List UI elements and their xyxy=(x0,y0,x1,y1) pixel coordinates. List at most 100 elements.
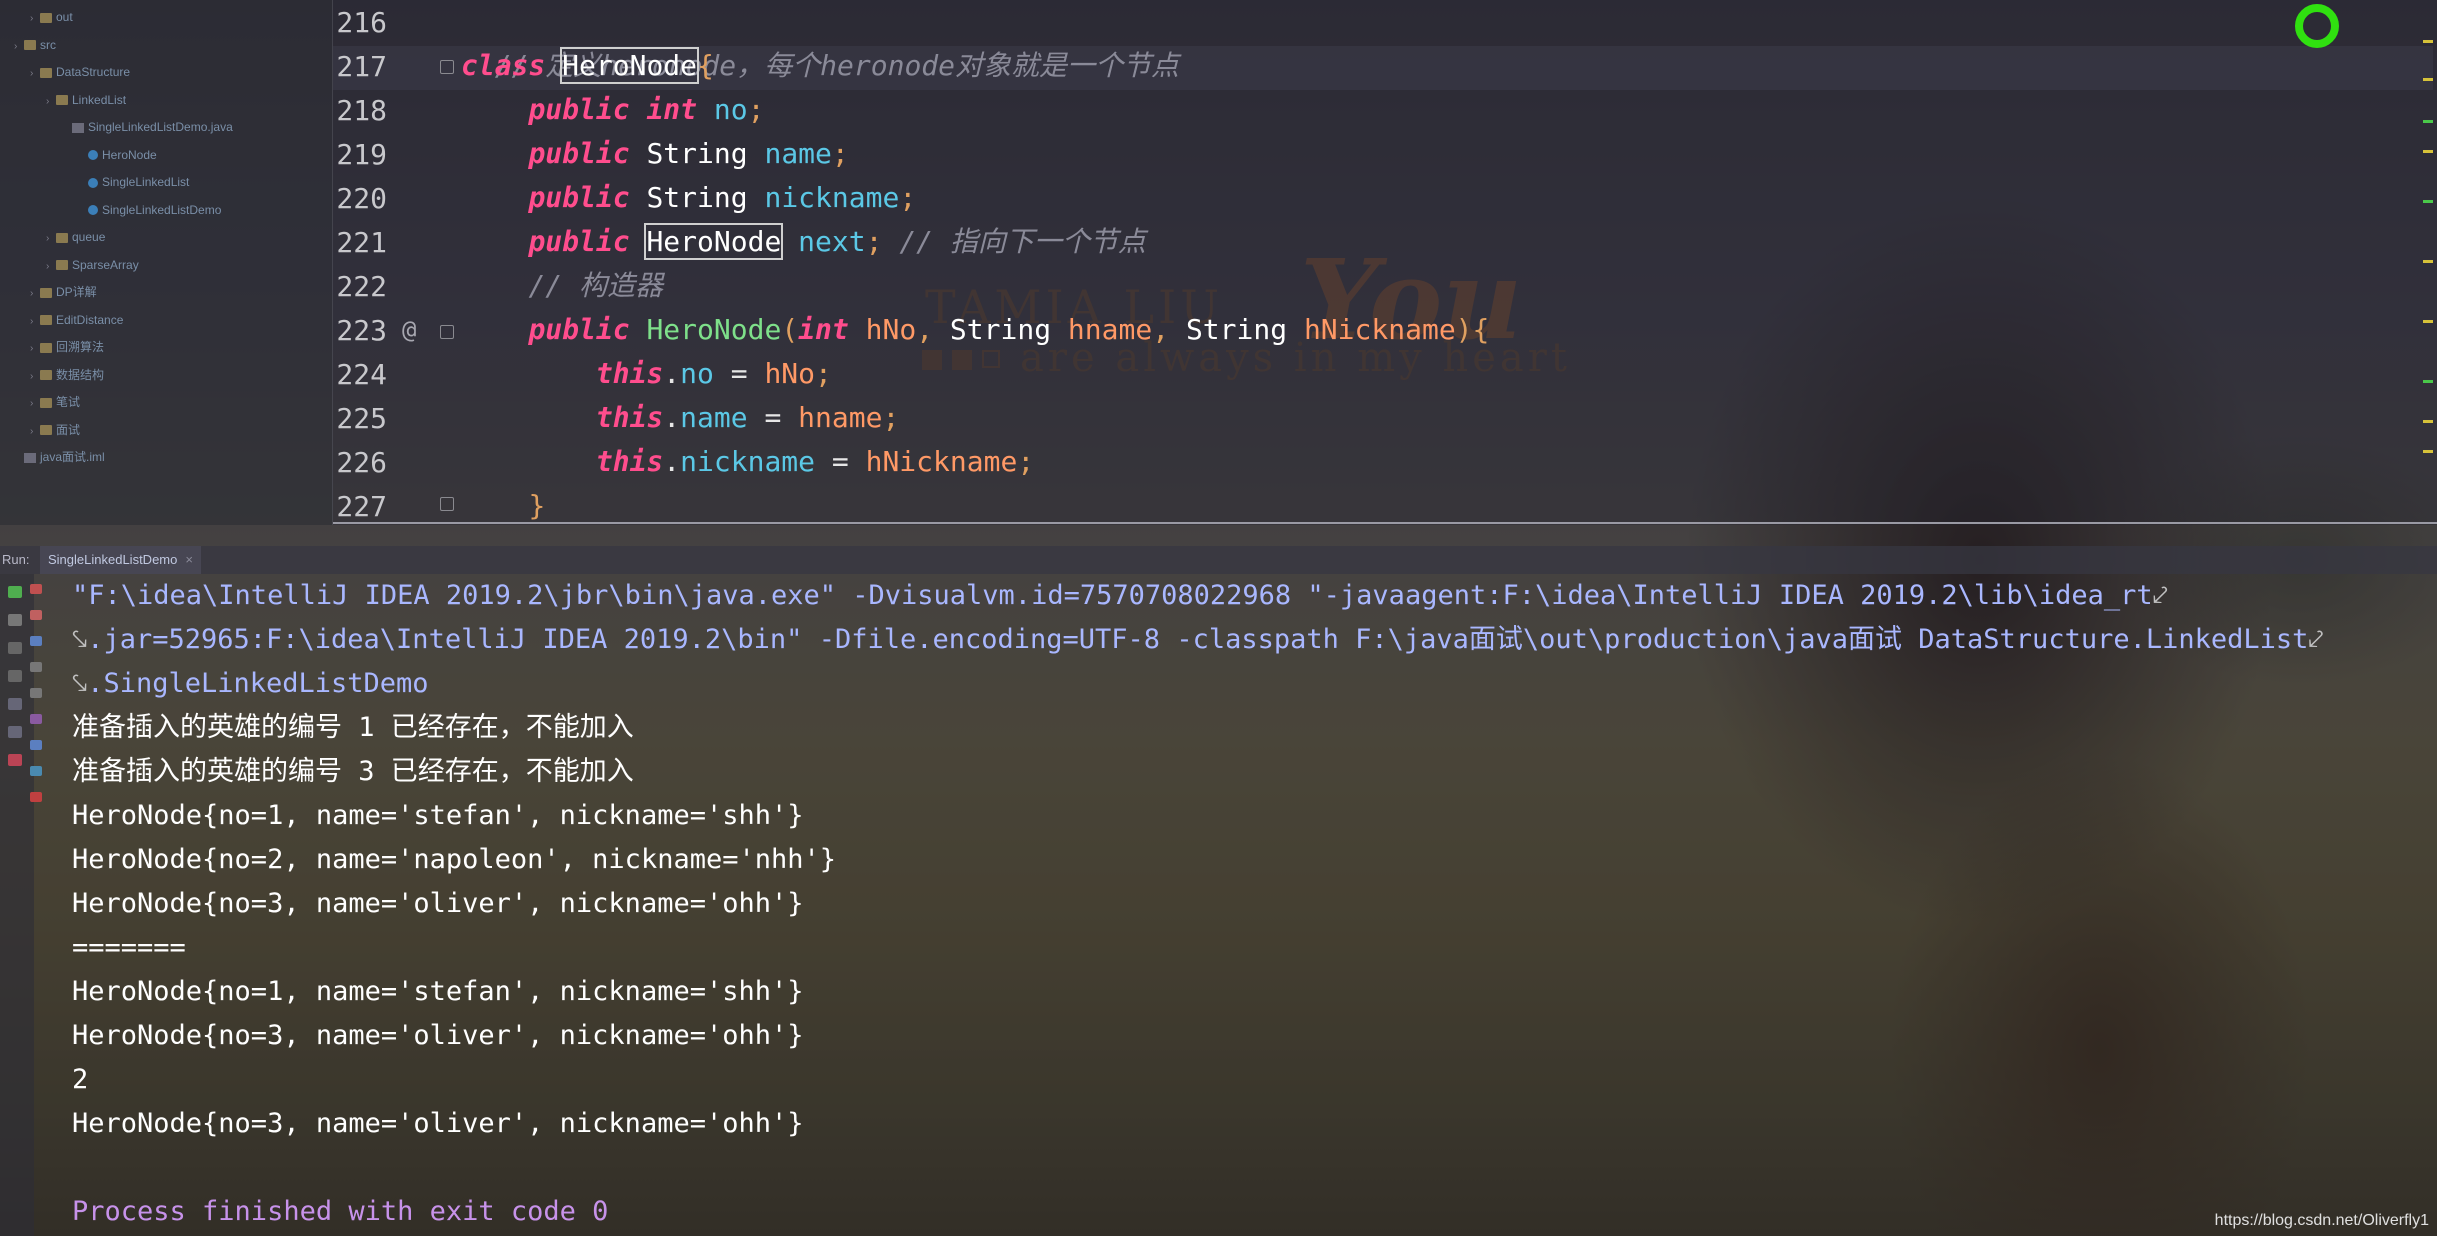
tree-item[interactable]: › 数据结构 xyxy=(30,366,104,384)
console-line-text: HeroNode{no=1, name='stefan', nickname='… xyxy=(72,800,804,831)
chevron-icon[interactable]: › xyxy=(30,285,40,303)
console-line-text: .jar=52965:F:\idea\IntelliJ IDEA 2019.2\… xyxy=(87,624,2309,655)
class-icon xyxy=(88,205,98,216)
sort-icon[interactable] xyxy=(30,636,42,646)
code-line-225[interactable]: this.name = hname; xyxy=(461,396,899,440)
class-icon xyxy=(88,150,98,161)
scroll-end-icon[interactable] xyxy=(30,740,42,750)
close-tab-icon[interactable]: × xyxy=(185,552,193,567)
rerun-icon[interactable] xyxy=(8,586,22,598)
tree-item[interactable]: › 笔试 xyxy=(30,393,80,411)
folder-icon xyxy=(40,12,52,23)
code-line-226[interactable]: this.nickname = hNickname; xyxy=(461,440,1034,484)
source-credit: https://blog.csdn.net/Oliverfly1 xyxy=(2214,1212,2429,1229)
inspection-ok-icon[interactable] xyxy=(2295,4,2339,48)
console-line: 准备插入的英雄的编号 3 已经存在，不能加入 xyxy=(72,750,634,794)
stop-icon[interactable] xyxy=(8,614,22,626)
clear-icon[interactable] xyxy=(30,792,42,802)
watermark-square xyxy=(922,350,942,370)
chevron-icon[interactable]: › xyxy=(30,368,40,386)
tree-item[interactable]: java面试.iml xyxy=(14,448,105,466)
line-number: 223 xyxy=(336,314,387,347)
console-line-text: HeroNode{no=3, name='oliver', nickname='… xyxy=(72,1020,804,1051)
tree-item[interactable]: › 面试 xyxy=(30,421,80,439)
console-line-text: HeroNode{no=3, name='oliver', nickname='… xyxy=(72,1108,804,1139)
layout-icon[interactable] xyxy=(8,726,22,738)
tree-item[interactable]: HeroNode xyxy=(78,146,157,164)
settings-icon[interactable] xyxy=(8,698,22,710)
chevron-icon[interactable]: › xyxy=(30,313,40,331)
pin-icon[interactable] xyxy=(8,754,22,766)
tree-item-label: java面试.iml xyxy=(40,450,105,464)
java-file-icon xyxy=(72,122,84,133)
console-line-text: Process finished with exit code 0 xyxy=(72,1196,609,1227)
tree-item[interactable]: › queue xyxy=(46,228,105,246)
line-number: 216 xyxy=(336,6,387,39)
folder-icon xyxy=(40,397,52,408)
watermark-square xyxy=(952,350,972,370)
chevron-icon[interactable]: › xyxy=(14,38,24,56)
tree-item[interactable]: SingleLinkedList xyxy=(78,173,189,191)
code-line-220[interactable]: public String nickname; xyxy=(461,176,916,220)
code-line-218[interactable]: public int no; xyxy=(461,88,764,132)
edit-config-icon[interactable] xyxy=(30,610,42,620)
chevron-icon[interactable]: › xyxy=(30,65,40,83)
tree-item[interactable]: SingleLinkedListDemo.java xyxy=(62,118,233,136)
up-arrow-icon[interactable] xyxy=(30,662,42,672)
print-icon[interactable] xyxy=(30,766,42,776)
line-number: 221 xyxy=(336,226,387,259)
run-tab-singlelinkedlistdemo[interactable]: SingleLinkedListDemo × xyxy=(40,546,201,574)
debug-icon[interactable] xyxy=(30,584,42,594)
code-line-223[interactable]: public HeroNode(int hNo, String hname, S… xyxy=(461,308,1489,352)
folder-icon xyxy=(40,370,52,381)
tree-item-label: 回溯算法 xyxy=(56,340,105,354)
camera-icon[interactable] xyxy=(8,642,22,654)
down-arrow-icon[interactable] xyxy=(30,688,42,698)
folder-icon xyxy=(56,260,68,271)
tree-item[interactable]: › LinkedList xyxy=(46,91,126,109)
chevron-icon[interactable]: › xyxy=(46,230,56,248)
code-line-222[interactable]: // 构造器 xyxy=(461,264,663,308)
tree-item-label: EditDistance xyxy=(56,312,124,327)
code-line-216[interactable]: // 定义heronode，每个heronode对象就是一个节点 xyxy=(461,0,1179,82)
console-line: "F:\idea\IntelliJ IDEA 2019.2\jbr\bin\ja… xyxy=(72,574,2168,618)
tree-item[interactable]: › src xyxy=(14,36,56,54)
tree-item[interactable]: › DataStructure xyxy=(30,63,130,81)
console-line: 准备插入的英雄的编号 1 已经存在，不能加入 xyxy=(72,706,634,750)
chevron-icon[interactable]: › xyxy=(30,423,40,441)
tree-item-label: 笔试 xyxy=(56,395,81,409)
tree-item-label: src xyxy=(40,37,56,52)
folder-icon xyxy=(56,232,68,243)
tree-item[interactable]: › SparseArray xyxy=(46,256,139,274)
fold-toggle-icon[interactable] xyxy=(440,60,454,74)
override-marker-icon[interactable]: @ xyxy=(402,316,416,344)
exit-icon[interactable] xyxy=(8,670,22,682)
editor-scrollbar[interactable] xyxy=(2421,0,2435,520)
chevron-icon[interactable]: › xyxy=(46,93,56,111)
fold-toggle-icon[interactable] xyxy=(440,325,454,339)
tree-item[interactable]: › 回溯算法 xyxy=(30,338,104,356)
chevron-icon[interactable]: › xyxy=(30,395,40,413)
line-number: 218 xyxy=(336,94,387,127)
code-line-221[interactable]: public HeroNode next; // 指向下一个节点 xyxy=(461,220,1146,264)
tree-item[interactable]: › DP详解 xyxy=(30,283,97,301)
chevron-icon[interactable]: › xyxy=(30,10,40,28)
console-line: ⤥.jar=52965:F:\idea\IntelliJ IDEA 2019.2… xyxy=(72,618,2324,662)
tree-item[interactable]: SingleLinkedListDemo xyxy=(78,201,221,219)
soft-wrap-icon[interactable] xyxy=(30,714,42,724)
tree-item[interactable]: › EditDistance xyxy=(30,311,123,329)
chevron-icon[interactable]: › xyxy=(46,258,56,276)
code-line-219[interactable]: public String name; xyxy=(461,132,848,176)
line-number: 219 xyxy=(336,138,387,171)
fold-toggle-icon[interactable] xyxy=(440,497,454,511)
chevron-icon[interactable]: › xyxy=(30,340,40,358)
tree-item[interactable]: › out xyxy=(30,8,73,26)
console-line-text: 2 xyxy=(72,1064,89,1095)
code-line-224[interactable]: this.no = hNo; xyxy=(461,352,832,396)
run-toolbar xyxy=(0,574,42,1236)
tree-item-label: SingleLinkedListDemo.java xyxy=(88,120,233,134)
console-line-text: 准备插入的英雄的编号 3 已经存在，不能加入 xyxy=(72,756,634,787)
console-line: 2 xyxy=(72,1058,88,1102)
code-line-217[interactable]: class HeroNode{ xyxy=(461,44,714,88)
line-number: 224 xyxy=(336,358,387,391)
